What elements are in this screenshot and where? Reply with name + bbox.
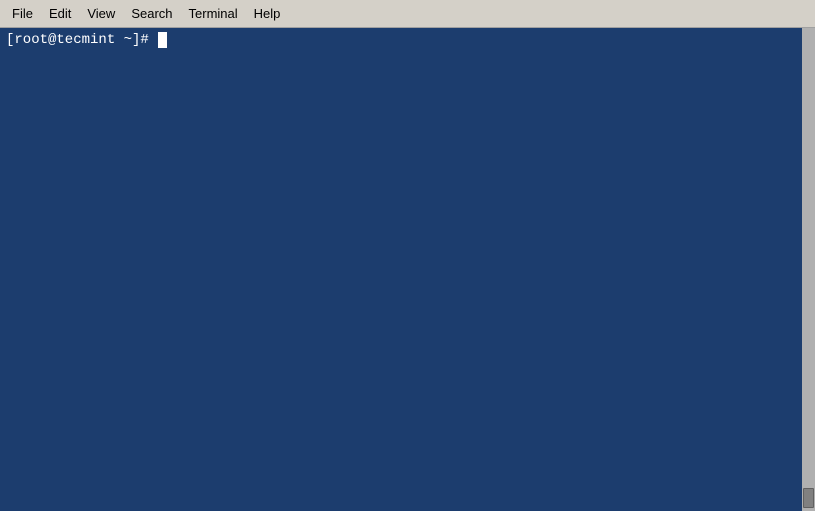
scrollbar-thumb[interactable] (803, 488, 814, 508)
prompt-text: [root@tecmint ~]# (6, 32, 157, 48)
scrollbar[interactable] (802, 28, 815, 511)
prompt-line: [root@tecmint ~]# (6, 32, 809, 48)
menu-view[interactable]: View (79, 3, 123, 24)
menu-help[interactable]: Help (246, 3, 289, 24)
terminal-cursor (158, 32, 167, 48)
menubar: File Edit View Search Terminal Help (0, 0, 815, 28)
menu-file[interactable]: File (4, 3, 41, 24)
menu-edit[interactable]: Edit (41, 3, 79, 24)
terminal-area[interactable]: [root@tecmint ~]# (0, 28, 815, 511)
menu-search[interactable]: Search (123, 3, 180, 24)
menu-terminal[interactable]: Terminal (181, 3, 246, 24)
